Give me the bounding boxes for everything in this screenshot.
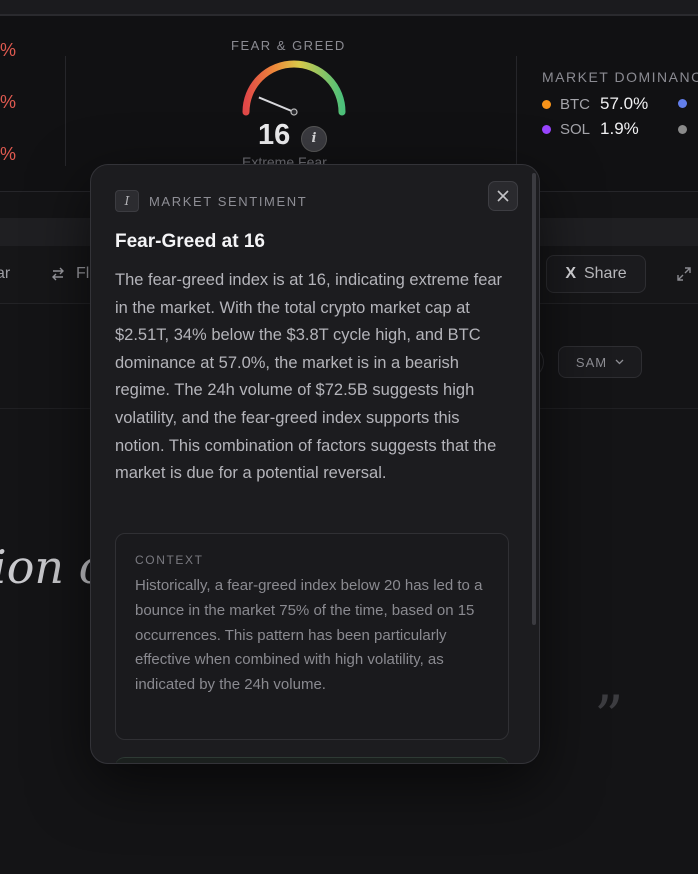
dominance-symbol: SOL	[560, 120, 591, 138]
context-title: CONTEXT	[135, 553, 204, 567]
change-value-2: 0%	[0, 92, 17, 112]
market-dominance-title: MARKET DOMINANCE	[542, 69, 698, 85]
x-logo-icon: X	[565, 265, 576, 282]
share-button[interactable]: X Share	[546, 255, 646, 293]
swap-icon[interactable]	[50, 266, 66, 282]
divider	[65, 56, 66, 166]
expand-icon[interactable]	[676, 266, 692, 282]
info-icon[interactable]: i	[301, 126, 327, 152]
dominance-item-btc: BTC 57.0%	[542, 94, 648, 114]
share-label: Share	[583, 265, 627, 282]
toolbar-item-left[interactable]: ar	[0, 265, 10, 283]
fear-greed-value: 16	[258, 119, 291, 151]
context-body: Historically, a fear-greed index below 2…	[135, 577, 483, 694]
divider	[516, 56, 517, 166]
insight-badge-icon: I	[115, 190, 139, 212]
dominance-item-sol: SOL 1.9%	[542, 119, 639, 139]
dominance-value: 57.0%	[600, 94, 649, 113]
fear-greed-gauge	[242, 60, 346, 116]
sol-dot-icon	[542, 124, 551, 134]
popover-title: Fear-Greed at 16	[115, 231, 265, 252]
other-dot-icon	[678, 125, 687, 134]
close-button[interactable]	[488, 181, 518, 211]
sam-dropdown[interactable]: SAM	[558, 346, 642, 378]
dominance-value: 1.9%	[600, 119, 639, 138]
dominance-symbol: BTC	[560, 95, 590, 113]
market-sentiment-popover: I MARKET SENTIMENT Fear-Greed at 16 The …	[90, 164, 540, 764]
close-icon	[497, 190, 509, 202]
change-value-1: 5%	[0, 40, 17, 60]
sam-label: SAM	[575, 354, 608, 370]
popover-kicker: MARKET SENTIMENT	[149, 194, 308, 209]
quote-mark-icon: ”	[594, 683, 624, 751]
top-strip	[0, 0, 698, 16]
toolbar-item-flip[interactable]: Fl	[76, 265, 89, 283]
change-value-3: 9%	[0, 144, 17, 164]
chevron-down-icon	[615, 359, 624, 365]
next-card	[115, 757, 509, 763]
fear-greed-title: FEAR & GREED	[231, 38, 346, 53]
popover-body: The fear-greed index is at 16, indicatin…	[115, 271, 503, 483]
gauge-needle	[258, 96, 295, 113]
context-card: CONTEXT Historically, a fear-greed index…	[115, 533, 509, 740]
eth-dot-icon	[678, 99, 687, 108]
scrollbar[interactable]	[532, 173, 536, 625]
btc-dot-icon	[542, 99, 551, 109]
